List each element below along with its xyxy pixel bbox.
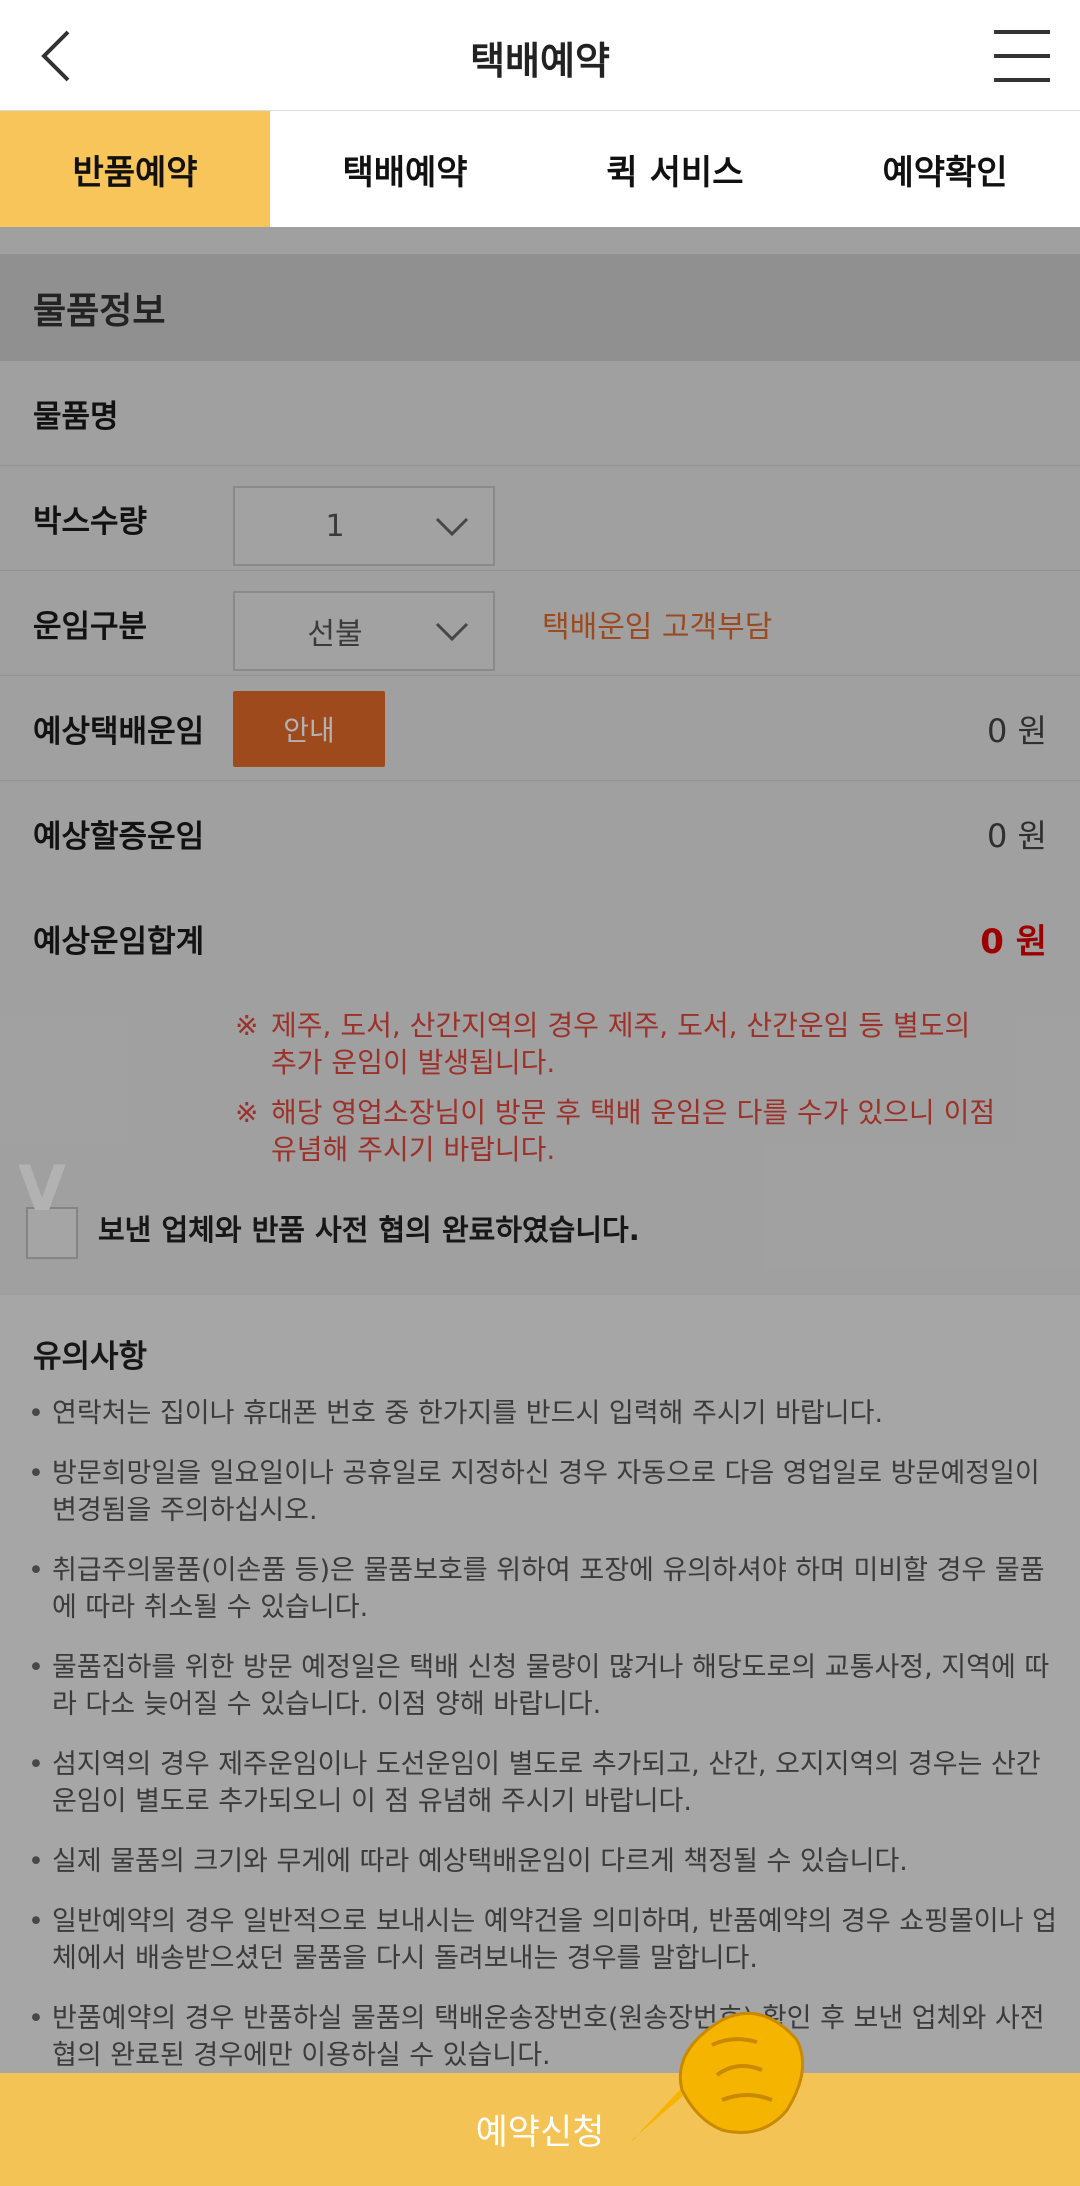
est-total-value: 0 원 xyxy=(980,922,1047,962)
agreement-label: 보낸 업체와 반품 사전 협의 완료하였습니다. xyxy=(98,1213,640,1247)
warning-line: 유념해 주시기 바랍니다. xyxy=(271,1133,556,1166)
warning-note-2: ※ 해당 영업소장님이 방문 후 택배 운임은 다를 수가 있으니 이점 유념해… xyxy=(235,1094,1035,1168)
tab-bar: 반품예약 택배예약 퀵 서비스 예약확인 xyxy=(0,111,1080,227)
est-fare-row: 예상택배운임 안내 0 원 xyxy=(0,676,1080,781)
reference-mark: ※ xyxy=(235,1096,259,1129)
chevron-down-icon xyxy=(435,517,469,537)
warning-line: 제주, 도서, 산간지역의 경우 제주, 도서, 산간운임 등 별도의 xyxy=(271,1009,971,1042)
notice-item: 물품집하를 위한 방문 예정일은 택배 신청 물량이 많거나 해당도로의 교통사… xyxy=(28,1649,1058,1723)
agreement-row: V 보낸 업체와 반품 사전 협의 완료하였습니다. xyxy=(0,1152,1080,1282)
pointing-hand-icon xyxy=(631,2011,805,2142)
item-name-row: 물품명 xyxy=(0,361,1080,466)
reference-mark: ※ xyxy=(235,1009,259,1042)
box-count-select[interactable]: 1 xyxy=(233,486,495,566)
notice-list: 연락처는 집이나 휴대폰 번호 중 한가지를 반드시 입력해 주시기 바랍니다.… xyxy=(28,1395,1058,2097)
notice-item: 연락처는 집이나 휴대폰 번호 중 한가지를 반드시 입력해 주시기 바랍니다. xyxy=(28,1395,1058,1432)
tab-reservation-check[interactable]: 예약확인 xyxy=(810,111,1080,227)
est-total-label: 예상운임합계 xyxy=(33,924,205,960)
box-count-row: 박스수량 1 xyxy=(0,466,1080,571)
est-surcharge-label: 예상할증운임 xyxy=(33,819,205,855)
chevron-down-icon xyxy=(435,622,469,642)
box-count-label: 박스수량 xyxy=(33,504,148,540)
page-title: 택배예약 xyxy=(470,39,610,83)
notice-item: 방문희망일을 일요일이나 공휴일로 지정하신 경우 자동으로 다음 영업일로 방… xyxy=(28,1455,1058,1529)
notice-item: 섬지역의 경우 제주운임이나 도선운임이 별도로 추가되고, 산간, 오지지역의… xyxy=(28,1746,1058,1820)
app-header: 택배예약 xyxy=(0,0,1080,111)
guide-button[interactable]: 안내 xyxy=(233,691,385,767)
hamburger-menu-icon[interactable] xyxy=(994,30,1050,84)
submit-reservation-button[interactable]: 예약신청 xyxy=(0,2073,1080,2186)
check-mark-icon: V xyxy=(18,1152,66,1225)
est-fare-label: 예상택배운임 xyxy=(33,714,205,750)
section-title-item-info: 물품정보 xyxy=(0,254,1080,361)
notice-item: 반품예약의 경우 반품하실 물품의 택배운송장번호(원송장번호) 확인 후 보낸… xyxy=(28,2000,1058,2074)
tab-quick-service[interactable]: 퀵 서비스 xyxy=(540,111,810,227)
notice-item: 실제 물품의 크기와 무게에 따라 예상택배운임이 다르게 책정될 수 있습니다… xyxy=(28,1843,1058,1880)
warning-note-1: ※ 제주, 도서, 산간지역의 경우 제주, 도서, 산간운임 등 별도의 추가… xyxy=(235,1007,1035,1081)
est-fare-value: 0 원 xyxy=(987,711,1047,750)
box-count-value: 1 xyxy=(325,508,345,544)
warning-line: 추가 운임이 발생됩니다. xyxy=(271,1046,556,1079)
notice-section: 유의사항 연락처는 집이나 휴대폰 번호 중 한가지를 반드시 입력해 주시기 … xyxy=(0,1295,1080,2073)
tab-parcel-reservation[interactable]: 택배예약 xyxy=(270,111,540,227)
warning-line: 해당 영업소장님이 방문 후 택배 운임은 다를 수가 있으니 이점 xyxy=(271,1096,996,1129)
fare-type-label: 운임구분 xyxy=(33,609,148,645)
est-surcharge-value: 0 원 xyxy=(987,816,1047,855)
tab-return-reservation[interactable]: 반품예약 xyxy=(0,111,270,227)
notice-item: 취급주의물품(이손품 등)은 물품보호를 위하여 포장에 유의하셔야 하며 미비… xyxy=(28,1552,1058,1626)
notice-title: 유의사항 xyxy=(33,1339,148,1375)
fare-type-row: 운임구분 선불 택배운임 고객부담 xyxy=(0,571,1080,676)
est-surcharge-row: 예상할증운임 0 원 xyxy=(0,781,1080,886)
fare-type-note: 택배운임 고객부담 xyxy=(542,609,773,645)
fare-type-value: 선불 xyxy=(307,617,363,652)
form-content: 물품정보 물품명 박스수량 1 운임구분 선불 택배운임 고객부담 예상택배운임… xyxy=(0,227,1080,2073)
notice-item: 일반예약의 경우 일반적으로 보내시는 예약건을 의미하며, 반품예약의 경우 … xyxy=(28,1903,1058,1977)
fare-type-select[interactable]: 선불 xyxy=(233,591,495,671)
est-total-row: 예상운임합계 0 원 xyxy=(0,886,1080,991)
item-name-label: 물품명 xyxy=(33,399,119,435)
